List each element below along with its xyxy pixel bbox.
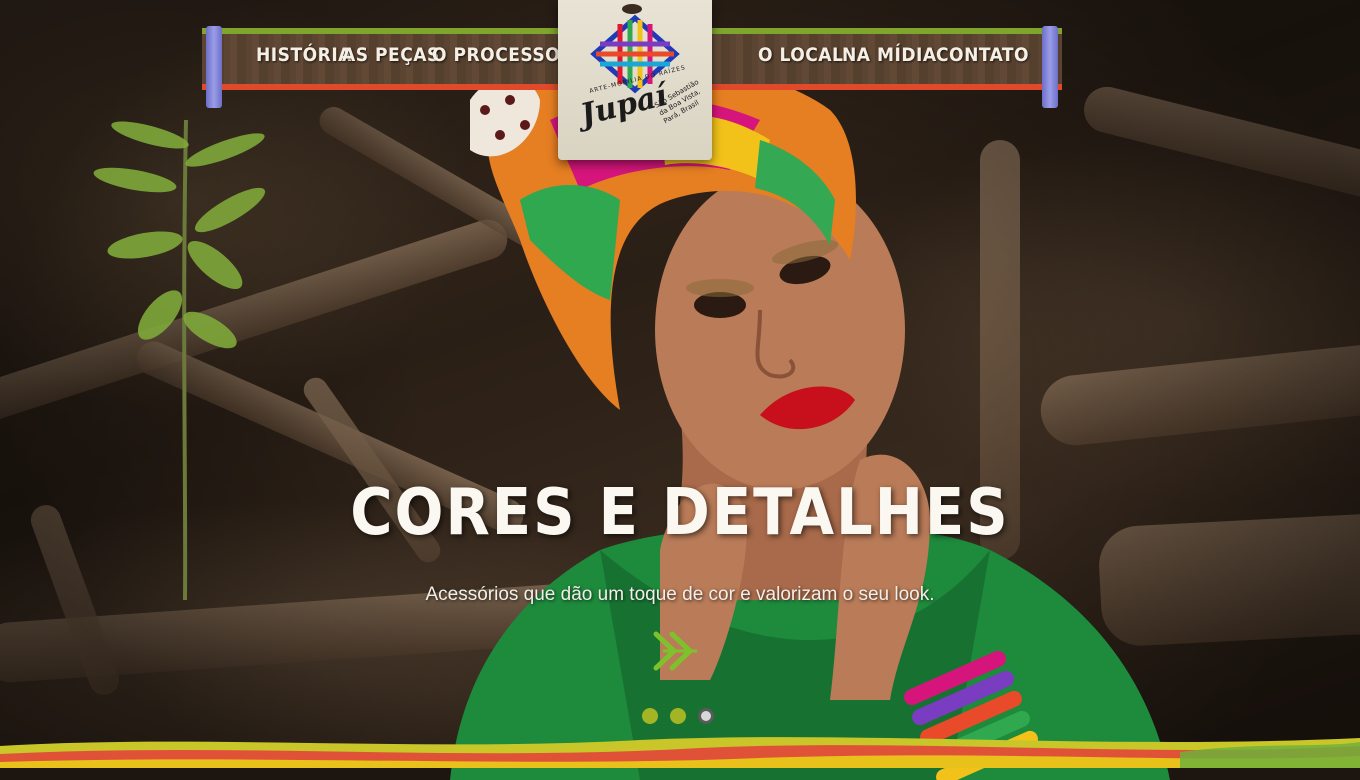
- nav-link-o-processo[interactable]: O PROCESSO: [432, 44, 560, 66]
- bottom-color-wave: [0, 737, 1360, 768]
- slider-dot-active[interactable]: [698, 708, 714, 724]
- slide-title: CORES E DETALHES: [350, 476, 1010, 550]
- nav-left-cap: [206, 26, 222, 108]
- model-photo: [450, 80, 1170, 780]
- slider-dot[interactable]: [642, 708, 658, 724]
- nav-link-contato[interactable]: CONTATO: [936, 44, 1029, 66]
- slider-dot[interactable]: [670, 708, 686, 724]
- nav-right-cap: [1042, 26, 1058, 108]
- slide-subtitle: Acessórios que dão um toque de cor e val…: [425, 584, 935, 605]
- double-chevron-right-icon[interactable]: [650, 628, 702, 674]
- nav-link-as-pecas[interactable]: AS PEÇAS: [342, 44, 440, 66]
- slider-pagination: [640, 708, 720, 726]
- tag-hole: [622, 4, 642, 14]
- brand-logo-tag[interactable]: ARTE-MOBILIA DO RAÍZES Jupaí São Sebasti…: [558, 0, 712, 160]
- nav-link-o-local[interactable]: O LOCAL: [758, 44, 843, 66]
- nav-link-historia[interactable]: HISTÓRIA: [256, 44, 352, 66]
- nav-link-na-midia[interactable]: NA MÍDIA: [842, 44, 937, 66]
